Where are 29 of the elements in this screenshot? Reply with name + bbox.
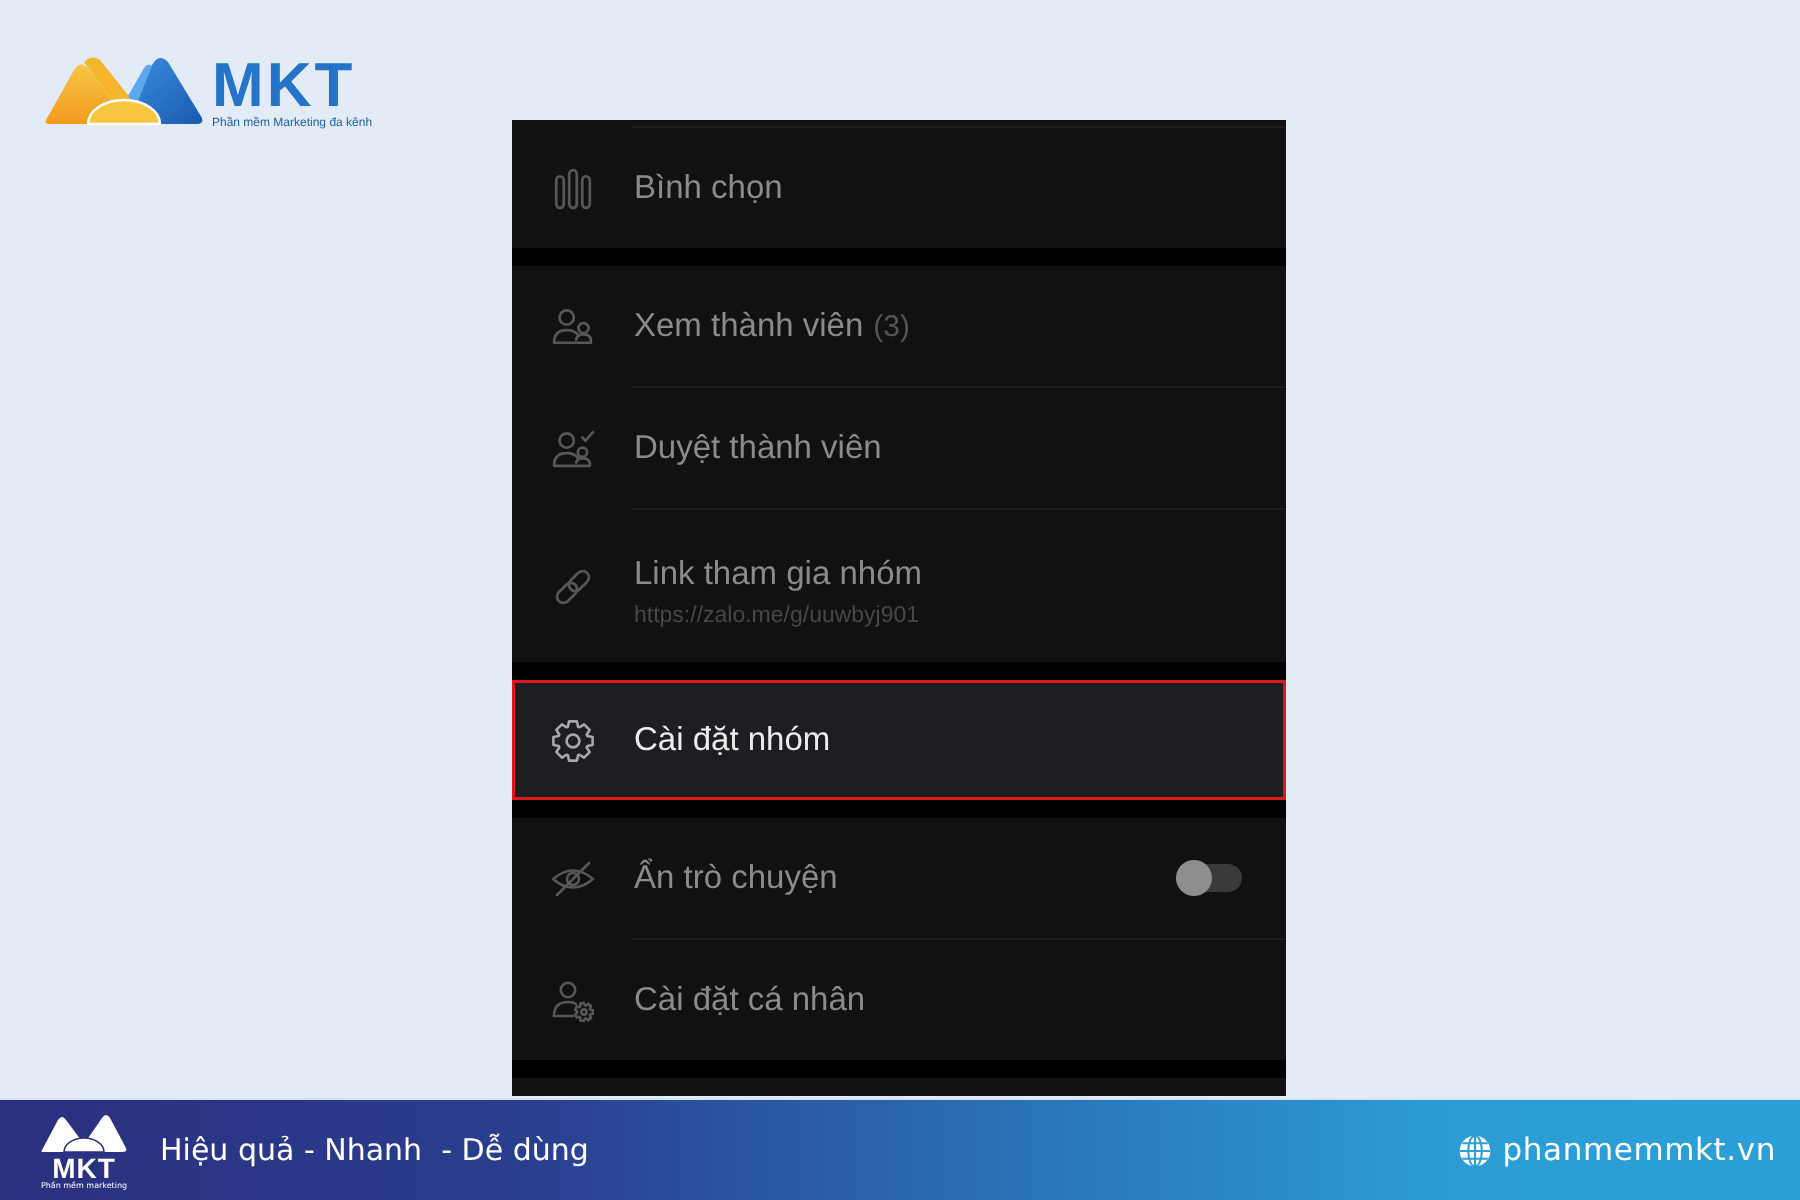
menu-label: Link tham gia nhóm (634, 556, 922, 594)
menu-label: Bình chọn (634, 169, 783, 207)
menu-item[interactable]: Bình chọn (512, 128, 1286, 248)
menu-item[interactable]: Cài đặt nhóm (512, 680, 1286, 800)
people-check-icon (552, 427, 594, 469)
person-gear-icon (552, 979, 594, 1021)
menu-item[interactable]: Duyệt thành viên (512, 388, 1286, 508)
menu-label: Ẩn trò chuyện (634, 859, 838, 897)
globe-icon (1458, 1133, 1493, 1167)
menu-item[interactable]: Xem thành viên (3) (512, 266, 1286, 386)
website-text: phanmemmkt.vn (1502, 1132, 1776, 1168)
logo-mountains-icon (44, 52, 204, 126)
eye-slash-icon (552, 857, 594, 899)
menu-item[interactable]: Ẩn trò chuyện (512, 818, 1286, 938)
logo-text: MKT (212, 60, 356, 112)
menu-item[interactable]: Cài đặt cá nhân (512, 940, 1286, 1060)
menu-label: Cài đặt cá nhân (634, 981, 866, 1019)
menu-label: Cài đặt nhóm (634, 721, 831, 759)
logo-mountains-icon (40, 1110, 128, 1154)
menu-label: Xem thành viên (634, 307, 864, 345)
people-icon (552, 305, 594, 347)
member-count: (3) (873, 309, 910, 343)
settings-icon (552, 719, 594, 761)
toggle-switch[interactable] (1176, 860, 1242, 896)
menu-label: Duyệt thành viên (634, 429, 882, 467)
link-icon (552, 565, 594, 607)
slogan-text: Hiệu quả - Nhanh - Dễ dùng (160, 1132, 589, 1168)
logo-text: MKT (52, 1156, 116, 1180)
bar-chart-icon (552, 167, 594, 209)
